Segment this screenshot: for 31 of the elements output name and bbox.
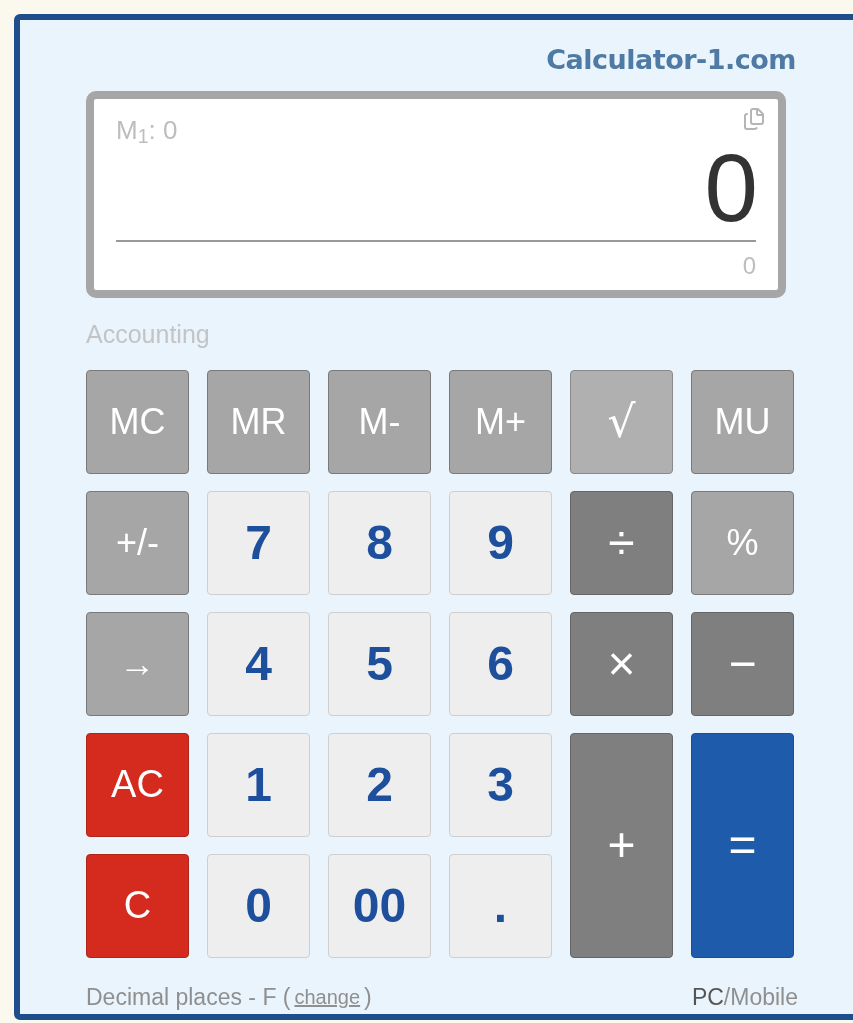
- calculator-key[interactable]: 3: [449, 732, 552, 837]
- platform-separator: /: [723, 982, 731, 1012]
- calculator-key[interactable]: ×: [570, 611, 673, 716]
- calculator-key[interactable]: 00: [328, 853, 431, 958]
- decimal-close: ): [364, 982, 372, 1012]
- calculator-key[interactable]: 2: [328, 732, 431, 837]
- memory-readout: M$_{1}$: 0: [116, 113, 178, 150]
- calculator-key[interactable]: 0: [207, 853, 310, 958]
- calculator-key[interactable]: 8: [328, 490, 431, 595]
- copy-icon[interactable]: [742, 106, 766, 131]
- change-link[interactable]: change: [294, 981, 361, 1012]
- calculator-key[interactable]: ÷: [570, 490, 673, 595]
- calculator-key[interactable]: 1: [207, 732, 310, 837]
- calculator-key[interactable]: 7: [207, 490, 310, 595]
- display-value: 0: [704, 139, 758, 236]
- calculator-key[interactable]: .: [449, 853, 552, 958]
- calculator-key[interactable]: 6: [449, 611, 552, 716]
- subtotal-value: 0: [742, 250, 756, 281]
- site-title[interactable]: Calculator-1.com: [546, 40, 796, 81]
- decimal-places-label: Decimal places - F (: [86, 982, 291, 1012]
- calculator-key[interactable]: AC: [86, 732, 189, 837]
- mode-label: Accounting: [86, 319, 210, 350]
- calculator-key[interactable]: −: [691, 611, 794, 716]
- calculator-key[interactable]: 9: [449, 490, 552, 595]
- calculator-key[interactable]: C: [86, 853, 189, 958]
- calculator-key[interactable]: 4: [207, 611, 310, 716]
- calculator-key[interactable]: +: [570, 732, 673, 958]
- calculator-key[interactable]: 5: [328, 611, 431, 716]
- calculator-key[interactable]: =: [691, 732, 794, 958]
- platform-link[interactable]: Mobile: [730, 979, 798, 1014]
- platform-link[interactable]: PC: [691, 979, 724, 1014]
